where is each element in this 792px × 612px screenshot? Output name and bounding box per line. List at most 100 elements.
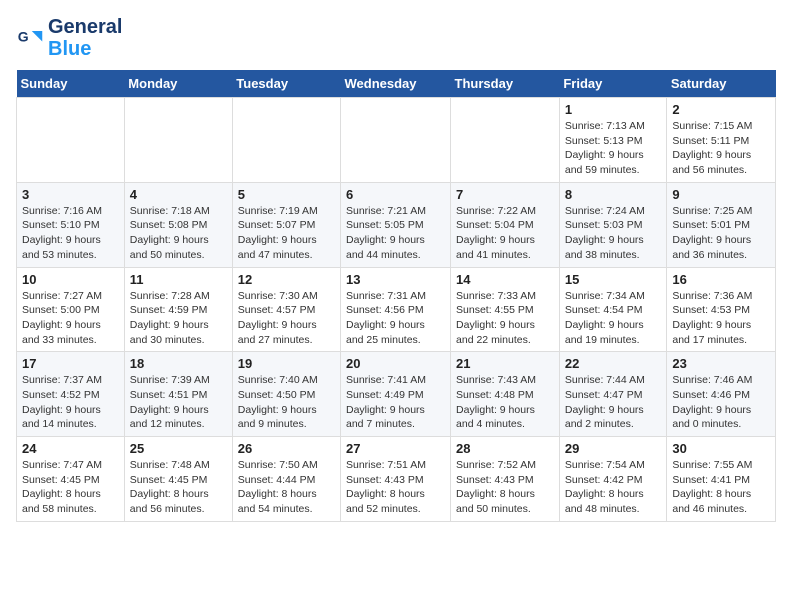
- page-header: G General Blue: [16, 16, 776, 60]
- calendar-week-row: 1 Sunrise: 7:13 AMSunset: 5:13 PMDaylight…: [17, 98, 776, 183]
- day-info: Sunrise: 7:44 AMSunset: 4:47 PMDaylight:…: [565, 373, 662, 432]
- day-info: Sunrise: 7:31 AMSunset: 4:56 PMDaylight:…: [346, 289, 445, 348]
- day-number: 9: [672, 187, 770, 202]
- calendar-cell: 23 Sunrise: 7:46 AMSunset: 4:46 PMDayligh…: [667, 352, 776, 437]
- calendar-cell: [17, 98, 125, 183]
- calendar-cell: [451, 98, 560, 183]
- calendar-cell: 5Sunrise: 7:19 AMSunset: 5:07 PMDaylight…: [232, 182, 340, 267]
- weekday-header-cell: Tuesday: [232, 70, 340, 98]
- day-info: Sunrise: 7:40 AMSunset: 4:50 PMDaylight:…: [238, 373, 335, 432]
- day-number: 15: [565, 272, 662, 287]
- calendar-week-row: 3Sunrise: 7:16 AMSunset: 5:10 PMDaylight…: [17, 182, 776, 267]
- day-number: 1: [565, 102, 662, 117]
- day-info: Sunrise: 7:36 AMSunset: 4:53 PMDaylight:…: [672, 289, 770, 348]
- day-number: 4: [130, 187, 227, 202]
- calendar-cell: 16 Sunrise: 7:36 AMSunset: 4:53 PMDayligh…: [667, 267, 776, 352]
- day-number: 2: [672, 102, 770, 117]
- calendar-cell: 28Sunrise: 7:52 AMSunset: 4:43 PMDayligh…: [451, 437, 560, 522]
- logo: G General Blue: [16, 16, 122, 60]
- calendar-body: 1 Sunrise: 7:13 AMSunset: 5:13 PMDaylight…: [17, 98, 776, 522]
- calendar-cell: 25 Sunrise: 7:48 AMSunset: 4:45 PMDayligh…: [124, 437, 232, 522]
- calendar-cell: [341, 98, 451, 183]
- calendar-cell: 29 Sunrise: 7:54 AMSunset: 4:42 PMDayligh…: [559, 437, 667, 522]
- day-info: Sunrise: 7:13 AMSunset: 5:13 PMDaylight:…: [565, 119, 662, 178]
- day-number: 6: [346, 187, 445, 202]
- svg-text:G: G: [18, 29, 29, 45]
- weekday-header-cell: Wednesday: [341, 70, 451, 98]
- day-number: 27: [346, 441, 445, 456]
- day-number: 19: [238, 356, 335, 371]
- day-info: Sunrise: 7:37 AMSunset: 4:52 PMDaylight:…: [22, 373, 119, 432]
- calendar-week-row: 24Sunrise: 7:47 AMSunset: 4:45 PMDayligh…: [17, 437, 776, 522]
- day-number: 8: [565, 187, 662, 202]
- calendar-cell: 11 Sunrise: 7:28 AMSunset: 4:59 PMDayligh…: [124, 267, 232, 352]
- calendar-cell: 21 Sunrise: 7:43 AMSunset: 4:48 PMDayligh…: [451, 352, 560, 437]
- day-number: 13: [346, 272, 445, 287]
- calendar-table: SundayMondayTuesdayWednesdayThursdayFrid…: [16, 70, 776, 522]
- day-info: Sunrise: 7:22 AMSunset: 5:04 PMDaylight:…: [456, 204, 554, 263]
- calendar-cell: 2 Sunrise: 7:15 AMSunset: 5:11 PMDaylight…: [667, 98, 776, 183]
- calendar-cell: 30 Sunrise: 7:55 AMSunset: 4:41 PMDayligh…: [667, 437, 776, 522]
- day-number: 18: [130, 356, 227, 371]
- day-info: Sunrise: 7:39 AMSunset: 4:51 PMDaylight:…: [130, 373, 227, 432]
- day-info: Sunrise: 7:48 AMSunset: 4:45 PMDaylight:…: [130, 458, 227, 517]
- day-number: 29: [565, 441, 662, 456]
- calendar-week-row: 17 Sunrise: 7:37 AMSunset: 4:52 PMDayligh…: [17, 352, 776, 437]
- calendar-cell: 18 Sunrise: 7:39 AMSunset: 4:51 PMDayligh…: [124, 352, 232, 437]
- day-info: Sunrise: 7:27 AMSunset: 5:00 PMDaylight:…: [22, 289, 119, 348]
- calendar-cell: 20 Sunrise: 7:41 AMSunset: 4:49 PMDayligh…: [341, 352, 451, 437]
- weekday-header-cell: Thursday: [451, 70, 560, 98]
- weekday-header-cell: Friday: [559, 70, 667, 98]
- day-number: 16: [672, 272, 770, 287]
- day-number: 20: [346, 356, 445, 371]
- day-number: 22: [565, 356, 662, 371]
- day-number: 26: [238, 441, 335, 456]
- day-info: Sunrise: 7:43 AMSunset: 4:48 PMDaylight:…: [456, 373, 554, 432]
- day-info: Sunrise: 7:50 AMSunset: 4:44 PMDaylight:…: [238, 458, 335, 517]
- day-number: 11: [130, 272, 227, 287]
- weekday-header-cell: Sunday: [17, 70, 125, 98]
- day-number: 7: [456, 187, 554, 202]
- day-info: Sunrise: 7:34 AMSunset: 4:54 PMDaylight:…: [565, 289, 662, 348]
- calendar-cell: 15 Sunrise: 7:34 AMSunset: 4:54 PMDayligh…: [559, 267, 667, 352]
- day-number: 17: [22, 356, 119, 371]
- calendar-cell: 6 Sunrise: 7:21 AMSunset: 5:05 PMDaylight…: [341, 182, 451, 267]
- logo-text: General Blue: [48, 16, 122, 60]
- calendar-cell: 24Sunrise: 7:47 AMSunset: 4:45 PMDayligh…: [17, 437, 125, 522]
- day-info: Sunrise: 7:55 AMSunset: 4:41 PMDaylight:…: [672, 458, 770, 517]
- day-number: 28: [456, 441, 554, 456]
- calendar-cell: 4 Sunrise: 7:18 AMSunset: 5:08 PMDaylight…: [124, 182, 232, 267]
- day-info: Sunrise: 7:54 AMSunset: 4:42 PMDaylight:…: [565, 458, 662, 517]
- calendar-cell: 17 Sunrise: 7:37 AMSunset: 4:52 PMDayligh…: [17, 352, 125, 437]
- calendar-cell: 9 Sunrise: 7:25 AMSunset: 5:01 PMDaylight…: [667, 182, 776, 267]
- day-number: 30: [672, 441, 770, 456]
- day-number: 21: [456, 356, 554, 371]
- calendar-cell: 1 Sunrise: 7:13 AMSunset: 5:13 PMDaylight…: [559, 98, 667, 183]
- day-info: Sunrise: 7:47 AMSunset: 4:45 PMDaylight:…: [22, 458, 119, 517]
- day-info: Sunrise: 7:15 AMSunset: 5:11 PMDaylight:…: [672, 119, 770, 178]
- weekday-header-cell: Saturday: [667, 70, 776, 98]
- weekday-header-row: SundayMondayTuesdayWednesdayThursdayFrid…: [17, 70, 776, 98]
- day-info: Sunrise: 7:28 AMSunset: 4:59 PMDaylight:…: [130, 289, 227, 348]
- day-info: Sunrise: 7:24 AMSunset: 5:03 PMDaylight:…: [565, 204, 662, 263]
- day-info: Sunrise: 7:21 AMSunset: 5:05 PMDaylight:…: [346, 204, 445, 263]
- calendar-cell: 22 Sunrise: 7:44 AMSunset: 4:47 PMDayligh…: [559, 352, 667, 437]
- day-number: 25: [130, 441, 227, 456]
- day-info: Sunrise: 7:18 AMSunset: 5:08 PMDaylight:…: [130, 204, 227, 263]
- day-number: 14: [456, 272, 554, 287]
- day-number: 23: [672, 356, 770, 371]
- day-info: Sunrise: 7:51 AMSunset: 4:43 PMDaylight:…: [346, 458, 445, 517]
- day-info: Sunrise: 7:41 AMSunset: 4:49 PMDaylight:…: [346, 373, 445, 432]
- calendar-cell: 14 Sunrise: 7:33 AMSunset: 4:55 PMDayligh…: [451, 267, 560, 352]
- day-number: 12: [238, 272, 335, 287]
- calendar-cell: 13 Sunrise: 7:31 AMSunset: 4:56 PMDayligh…: [341, 267, 451, 352]
- calendar-cell: 26 Sunrise: 7:50 AMSunset: 4:44 PMDayligh…: [232, 437, 340, 522]
- day-number: 10: [22, 272, 119, 287]
- calendar-cell: [124, 98, 232, 183]
- day-info: Sunrise: 7:19 AMSunset: 5:07 PMDaylight:…: [238, 204, 335, 263]
- calendar-cell: 10 Sunrise: 7:27 AMSunset: 5:00 PMDayligh…: [17, 267, 125, 352]
- day-info: Sunrise: 7:33 AMSunset: 4:55 PMDaylight:…: [456, 289, 554, 348]
- day-info: Sunrise: 7:46 AMSunset: 4:46 PMDaylight:…: [672, 373, 770, 432]
- day-number: 3: [22, 187, 119, 202]
- day-info: Sunrise: 7:25 AMSunset: 5:01 PMDaylight:…: [672, 204, 770, 263]
